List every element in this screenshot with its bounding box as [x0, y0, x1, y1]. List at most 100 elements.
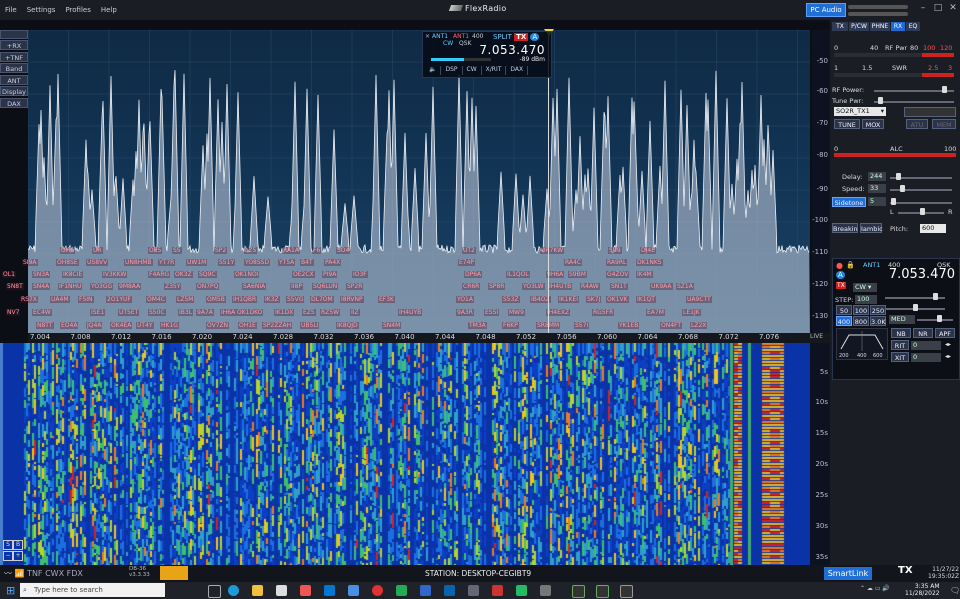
- spot-label[interactable]: N8TT: [36, 322, 54, 329]
- filter-graph[interactable]: 200 400 600: [836, 328, 888, 360]
- spot-label[interactable]: LZ5M: [176, 296, 195, 303]
- vfo-mode-select[interactable]: CW ▾: [853, 283, 877, 292]
- spot-label[interactable]: II8P: [290, 283, 303, 290]
- rit-value[interactable]: 0: [911, 341, 941, 350]
- spot-label[interactable]: OK4EA: [110, 322, 133, 329]
- spot-label[interactable]: OH6: [60, 247, 76, 254]
- agc-threshold-slider[interactable]: [917, 319, 953, 321]
- spot-label[interactable]: IK8CIE: [62, 271, 84, 278]
- ant-button[interactable]: ANT: [0, 74, 28, 85]
- spot-label[interactable]: RA4C: [564, 259, 583, 266]
- slice-rx-ant[interactable]: ANT1: [432, 33, 448, 40]
- spot-label[interactable]: UK9AA: [650, 283, 673, 290]
- spot-label[interactable]: ON7PQ: [196, 283, 220, 290]
- system-tray[interactable]: ⌃ ☁ ▭ 🔊: [860, 585, 890, 592]
- spot-label[interactable]: US8VV: [86, 259, 109, 266]
- app-icon-5[interactable]: [420, 585, 431, 596]
- sidetone-value[interactable]: 5: [868, 197, 886, 206]
- spot-label[interactable]: DJ4E: [640, 247, 656, 254]
- edge-icon[interactable]: [228, 585, 239, 596]
- tab-eq[interactable]: EQ: [906, 22, 920, 31]
- sidetone-slider[interactable]: [890, 202, 952, 204]
- spot-label[interactable]: OH8SE: [56, 259, 79, 266]
- app-icon-2[interactable]: [348, 585, 359, 596]
- split-label[interactable]: SPLIT: [493, 33, 512, 41]
- spot-label[interactable]: IB3L: [178, 309, 194, 316]
- spot-label[interactable]: OV7ZN: [206, 322, 230, 329]
- spot-label[interactable]: S5VG: [286, 296, 305, 303]
- app-icon-13[interactable]: [620, 585, 633, 598]
- spot-label[interactable]: ES5I: [484, 309, 500, 316]
- spot-label[interactable]: IV3KKW: [102, 271, 128, 278]
- vfo-ant[interactable]: ANT1: [863, 261, 880, 269]
- tx-badge[interactable]: TX: [514, 33, 529, 41]
- spot-label[interactable]: HK1G: [160, 322, 179, 329]
- menu-settings[interactable]: Settings: [22, 6, 61, 14]
- spot-label[interactable]: PI9A: [322, 271, 338, 278]
- spot-label[interactable]: RA9RL: [606, 259, 628, 266]
- spot-label[interactable]: UB5LI: [300, 322, 320, 329]
- spot-label[interactable]: SN4A: [32, 283, 51, 290]
- spot-label[interactable]: IH4UTB: [548, 283, 573, 290]
- split-tx-indicator[interactable]: SPLIT TX A: [493, 33, 540, 41]
- delay-knob[interactable]: [896, 173, 901, 180]
- agc-threshold-knob[interactable]: [937, 315, 942, 322]
- display-button[interactable]: Display: [0, 86, 28, 96]
- spot-label[interactable]: UT4Y: [136, 322, 154, 329]
- app-icon-4[interactable]: [396, 585, 407, 596]
- app-icon-6[interactable]: [444, 585, 455, 596]
- spot-label[interactable]: SA6NIA: [242, 283, 267, 290]
- spot-label[interactable]: OH1E: [238, 322, 257, 329]
- rit-stepper-icon[interactable]: ◂▸: [945, 341, 951, 348]
- spot-label[interactable]: S53Z: [502, 296, 520, 303]
- spot-label[interactable]: YO8SSD: [244, 259, 271, 266]
- spot-label[interactable]: OK1NOI: [234, 271, 260, 278]
- spot-label[interactable]: DL7OM: [310, 296, 334, 303]
- spot-label[interactable]: IK1DX: [274, 309, 295, 316]
- menu-file[interactable]: File: [0, 6, 22, 14]
- dax-button[interactable]: DAX: [0, 97, 28, 108]
- spot-label[interactable]: IH4EXZ: [546, 309, 571, 316]
- step-select[interactable]: 100: [855, 295, 877, 304]
- iambic-button[interactable]: Iambic: [860, 223, 883, 233]
- menu-profiles[interactable]: Profiles: [60, 6, 95, 14]
- spot-label[interactable]: RZ5W: [320, 309, 341, 316]
- spot-label[interactable]: LE1JK: [682, 309, 701, 316]
- xit-stepper-icon[interactable]: ◂▸: [945, 353, 951, 360]
- frequency-ruler[interactable]: 7.004 7.008 7.012 7.016 7.020 7.024 7.028 7.032…: [28, 333, 810, 343]
- minimize-icon[interactable]: –: [916, 2, 930, 15]
- af-pan-knob[interactable]: [913, 304, 918, 311]
- spot-label[interactable]: YO3LW: [522, 283, 545, 290]
- zoom-segment-button[interactable]: S: [3, 540, 13, 550]
- spot-label[interactable]: SZ1A: [676, 283, 694, 290]
- spot-label[interactable]: PA4X: [324, 259, 342, 266]
- spot-label[interactable]: Z35Y: [164, 283, 182, 290]
- taskbar-clock[interactable]: 3:35 AM 11/28/2022: [905, 583, 940, 597]
- spot-label[interactable]: SV9: [608, 247, 622, 254]
- spot-label[interactable]: SQ6LUN: [312, 283, 339, 290]
- band-button[interactable]: Band: [0, 63, 28, 73]
- tune-pwr-slider[interactable]: [874, 101, 954, 103]
- spot-label[interactable]: TM3A: [468, 322, 487, 329]
- vfo-frequency[interactable]: 7.053.470: [889, 267, 955, 282]
- spot-label[interactable]: OM4C: [146, 296, 166, 303]
- spot-label[interactable]: IH4UYB: [398, 309, 423, 316]
- spot-label[interactable]: UR7KW: [540, 247, 565, 254]
- spot-label[interactable]: S50C: [148, 309, 166, 316]
- spot-label[interactable]: ON4FT: [660, 322, 683, 329]
- spot-label[interactable]: UT5ET: [118, 309, 140, 316]
- spot-label[interactable]: SP2: [214, 247, 228, 254]
- spot-label[interactable]: UA4M: [50, 296, 70, 303]
- spot-label[interactable]: RG5FR: [592, 309, 615, 316]
- spot-label[interactable]: NV7: [6, 309, 21, 316]
- pc-audio-button[interactable]: PC Audio: [806, 3, 846, 17]
- spot-label[interactable]: 2O1YUF: [106, 296, 132, 303]
- spot-label[interactable]: IH1QBR: [232, 296, 258, 303]
- breakin-button[interactable]: Breakin: [832, 223, 858, 233]
- app-icon-10[interactable]: [540, 585, 551, 596]
- spot-label[interactable]: F6KP: [502, 322, 519, 329]
- zoom-band-button[interactable]: B: [13, 540, 23, 550]
- spot-label[interactable]: LZ2X: [690, 322, 708, 329]
- spot-label[interactable]: G4ZOV: [606, 271, 630, 278]
- spot-label[interactable]: SO4: [336, 247, 351, 254]
